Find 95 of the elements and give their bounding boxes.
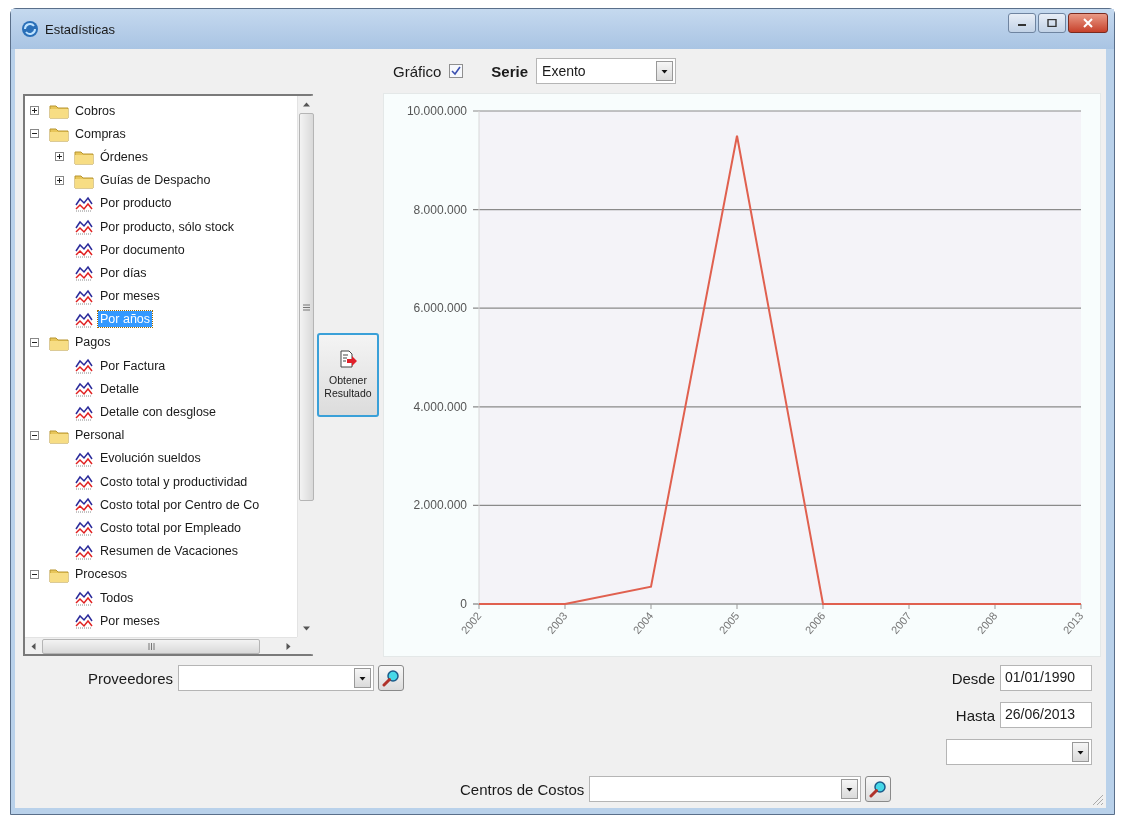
- collapse-icon[interactable]: [30, 129, 39, 139]
- scroll-right-icon[interactable]: [284, 641, 293, 651]
- combo-value: Exento: [541, 63, 587, 79]
- axis-label: 0: [460, 597, 467, 611]
- grip-icon: [302, 303, 310, 311]
- scroll-left-icon[interactable]: [29, 641, 38, 651]
- tree-item[interactable]: Compras: [73, 125, 128, 142]
- field-label: Desde: [951, 669, 995, 687]
- tree-item[interactable]: Por meses: [98, 288, 162, 305]
- tree-item[interactable]: Órdenes: [98, 148, 150, 165]
- axis-label: 6.000.000: [413, 301, 467, 316]
- chart-icon: [74, 496, 94, 514]
- tree-item[interactable]: Por meses: [98, 612, 162, 629]
- scrollbar-thumb[interactable]: [42, 638, 260, 654]
- search-button[interactable]: [865, 776, 892, 802]
- tree-item[interactable]: Detalle: [98, 380, 141, 397]
- collapse-icon[interactable]: [30, 569, 39, 579]
- grip-icon: [147, 642, 155, 650]
- checkmark-icon: [451, 66, 462, 76]
- field-label: Proveedores: [88, 669, 174, 687]
- chart-icon: [74, 380, 94, 398]
- tree-item[interactable]: Por días: [98, 264, 149, 281]
- dropdown-button[interactable]: [656, 61, 674, 81]
- tree-item[interactable]: Por producto, sólo stock: [98, 218, 237, 235]
- chart-icon: [74, 241, 94, 259]
- dropdown-button[interactable]: [354, 668, 372, 688]
- chart-icon: [74, 589, 94, 607]
- tree-item[interactable]: Detalle con desglose: [98, 404, 219, 421]
- expand-icon[interactable]: [55, 152, 64, 162]
- tree-item[interactable]: Costo total por Centro de Co: [98, 496, 262, 513]
- date-field[interactable]: 26/06/2013: [1000, 702, 1092, 728]
- vertical-scrollbar[interactable]: [297, 96, 314, 637]
- tree-item[interactable]: Cobros: [73, 102, 118, 119]
- close-icon: [1083, 18, 1093, 28]
- expand-icon[interactable]: [55, 175, 64, 185]
- close-button[interactable]: [1068, 13, 1108, 33]
- field-label: Centros de Costos: [460, 780, 585, 798]
- tree-item[interactable]: Por Factura: [98, 357, 168, 374]
- document-arrow-icon: [339, 350, 357, 368]
- chart-icon: [74, 264, 94, 282]
- chart-icon: [74, 194, 94, 212]
- folder-icon: [74, 148, 94, 166]
- date-field[interactable]: 01/01/1990: [1000, 665, 1092, 691]
- chart-icon: [74, 612, 94, 630]
- field-label: Serie: [491, 62, 529, 80]
- scrollbar-thumb[interactable]: [298, 113, 314, 501]
- tree-item[interactable]: Costo total por Empleado: [98, 519, 244, 536]
- chart-icon: [74, 542, 94, 560]
- scroll-down-icon[interactable]: [301, 624, 311, 633]
- tree-item[interactable]: Guías de Despacho: [98, 172, 213, 189]
- tree-item[interactable]: Por documento: [98, 241, 187, 258]
- chart-icon: [74, 357, 94, 375]
- search-button[interactable]: [378, 665, 405, 691]
- collapse-icon[interactable]: [30, 430, 39, 440]
- collapse-icon[interactable]: [30, 337, 39, 347]
- axis-label: 2.000.000: [413, 498, 467, 513]
- field-label: Hasta: [955, 706, 995, 724]
- chart-icon: [74, 449, 94, 467]
- tree-item[interactable]: Evolución sueldos: [98, 450, 203, 467]
- folder-icon: [49, 102, 69, 120]
- minimize-button[interactable]: [1008, 13, 1036, 33]
- axis-label: 10.000.000: [406, 104, 467, 118]
- get-result-button[interactable]: Obtener Resultado: [317, 333, 379, 417]
- chart-icon: [74, 310, 94, 328]
- axis-label: 8.000.000: [413, 202, 467, 217]
- tree-item[interactable]: Todos: [98, 589, 136, 606]
- tree-item[interactable]: Personal: [73, 427, 127, 444]
- maximize-button[interactable]: [1038, 13, 1066, 33]
- scroll-up-icon[interactable]: [301, 100, 311, 109]
- dropdown-button[interactable]: [841, 779, 859, 799]
- tree-item[interactable]: Resumen de Vacaciones: [98, 543, 241, 560]
- checkbox-label: Gráfico: [393, 62, 442, 80]
- search-icon: [382, 669, 401, 687]
- axis-label: 4.000.000: [413, 399, 467, 414]
- chart-icon: [74, 287, 94, 305]
- dropdown-field[interactable]: [946, 739, 1092, 765]
- tree-item[interactable]: Procesos: [73, 566, 130, 583]
- window-title: Estadísticas: [45, 21, 117, 37]
- tree-item[interactable]: Por producto: [98, 195, 174, 212]
- tree-item[interactable]: Costo total y productividad: [98, 473, 250, 490]
- chart-icon: [74, 218, 94, 236]
- tree-item[interactable]: Pagos: [73, 334, 113, 351]
- checkbox[interactable]: [449, 64, 464, 78]
- expand-icon[interactable]: [30, 106, 39, 116]
- folder-icon: [49, 125, 69, 143]
- chart-icon: [74, 473, 94, 491]
- horizontal-scrollbar[interactable]: [25, 637, 297, 654]
- search-icon: [869, 780, 888, 798]
- dropdown-button[interactable]: [1072, 742, 1089, 762]
- app-icon: [21, 20, 39, 38]
- series-select[interactable]: Exento: [536, 58, 677, 84]
- chart-icon: [74, 403, 94, 421]
- maximize-icon: [1047, 19, 1057, 27]
- resize-grip-icon[interactable]: [1090, 792, 1104, 806]
- chart-icon: [74, 519, 94, 537]
